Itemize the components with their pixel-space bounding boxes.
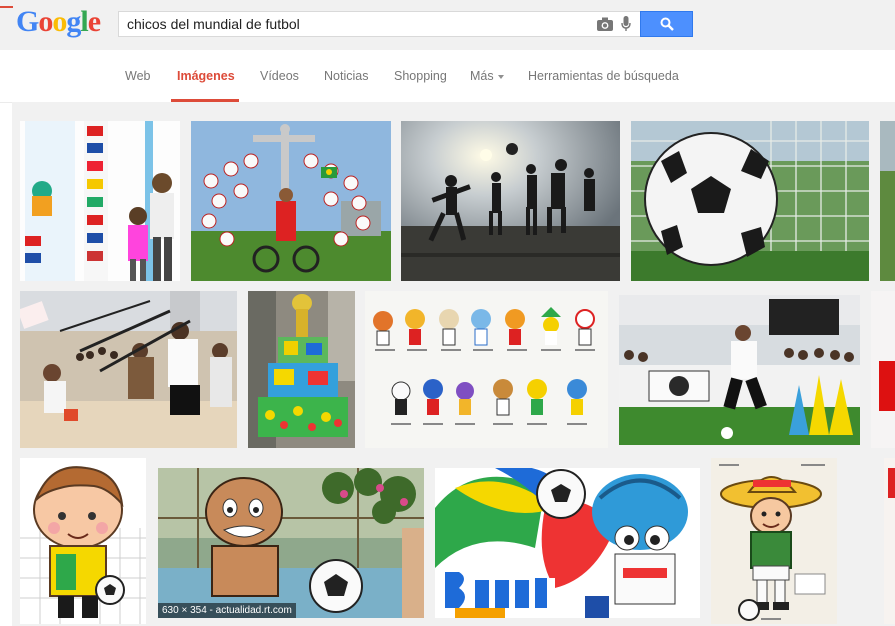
image-result[interactable] — [711, 458, 837, 624]
image-result[interactable] — [619, 295, 860, 445]
result-thumbnail — [365, 291, 608, 448]
tab-more-label: Más — [470, 69, 494, 83]
google-logo[interactable]: Google — [16, 5, 101, 39]
search-box[interactable] — [118, 11, 640, 37]
image-result[interactable] — [871, 291, 895, 448]
image-result[interactable] — [20, 458, 146, 624]
logo-letter: e — [87, 5, 101, 38]
apps-indicator — [0, 6, 13, 8]
result-thumbnail — [884, 458, 895, 624]
result-thumbnail — [435, 468, 700, 618]
tab-videos[interactable]: Vídeos — [260, 69, 299, 83]
result-thumbnail — [248, 291, 355, 448]
image-result[interactable] — [880, 121, 895, 281]
search-input[interactable] — [127, 14, 587, 34]
result-thumbnail — [20, 121, 180, 281]
result-thumbnail — [158, 468, 424, 618]
search-button[interactable] — [640, 11, 693, 37]
logo-letter: g — [66, 5, 81, 38]
image-result[interactable] — [191, 121, 391, 281]
image-result[interactable] — [248, 291, 355, 448]
tab-shopping[interactable]: Shopping — [394, 69, 447, 83]
microphone-icon[interactable] — [621, 16, 631, 32]
image-result[interactable] — [365, 291, 608, 448]
result-thumbnail — [20, 458, 146, 624]
tab-more[interactable]: Más — [470, 69, 504, 83]
image-result[interactable] — [631, 121, 869, 281]
image-result[interactable] — [20, 291, 237, 448]
image-result[interactable]: 630 × 354 - actualidad.rt.com — [158, 468, 424, 618]
image-result[interactable] — [20, 121, 180, 281]
logo-letter: o — [38, 5, 53, 38]
image-results-grid: 630 × 354 - actualidad.rt.com — [12, 102, 895, 626]
search-nav: Web Imágenes Vídeos Noticias Shopping Má… — [0, 50, 895, 103]
logo-letter: G — [16, 5, 39, 38]
result-thumbnail — [401, 121, 620, 281]
image-result[interactable] — [884, 458, 895, 624]
image-result[interactable] — [401, 121, 620, 281]
image-hover-caption: 630 × 354 - actualidad.rt.com — [158, 603, 296, 618]
result-thumbnail — [631, 121, 869, 281]
result-thumbnail — [20, 291, 237, 448]
logo-letter: l — [80, 5, 88, 38]
logo-letter: o — [52, 5, 67, 38]
tab-images[interactable]: Imágenes — [177, 69, 235, 83]
tab-web[interactable]: Web — [125, 69, 150, 83]
tab-news[interactable]: Noticias — [324, 69, 368, 83]
camera-icon[interactable] — [597, 17, 613, 31]
top-bar: Google — [0, 0, 895, 50]
result-thumbnail — [191, 121, 391, 281]
image-result[interactable] — [435, 468, 700, 618]
result-thumbnail — [619, 295, 860, 445]
result-thumbnail — [711, 458, 837, 624]
search-icon — [660, 17, 674, 31]
chevron-down-icon — [497, 74, 504, 79]
result-thumbnail — [871, 291, 895, 448]
result-thumbnail — [880, 121, 895, 281]
search-tools-button[interactable]: Herramientas de búsqueda — [528, 69, 679, 83]
